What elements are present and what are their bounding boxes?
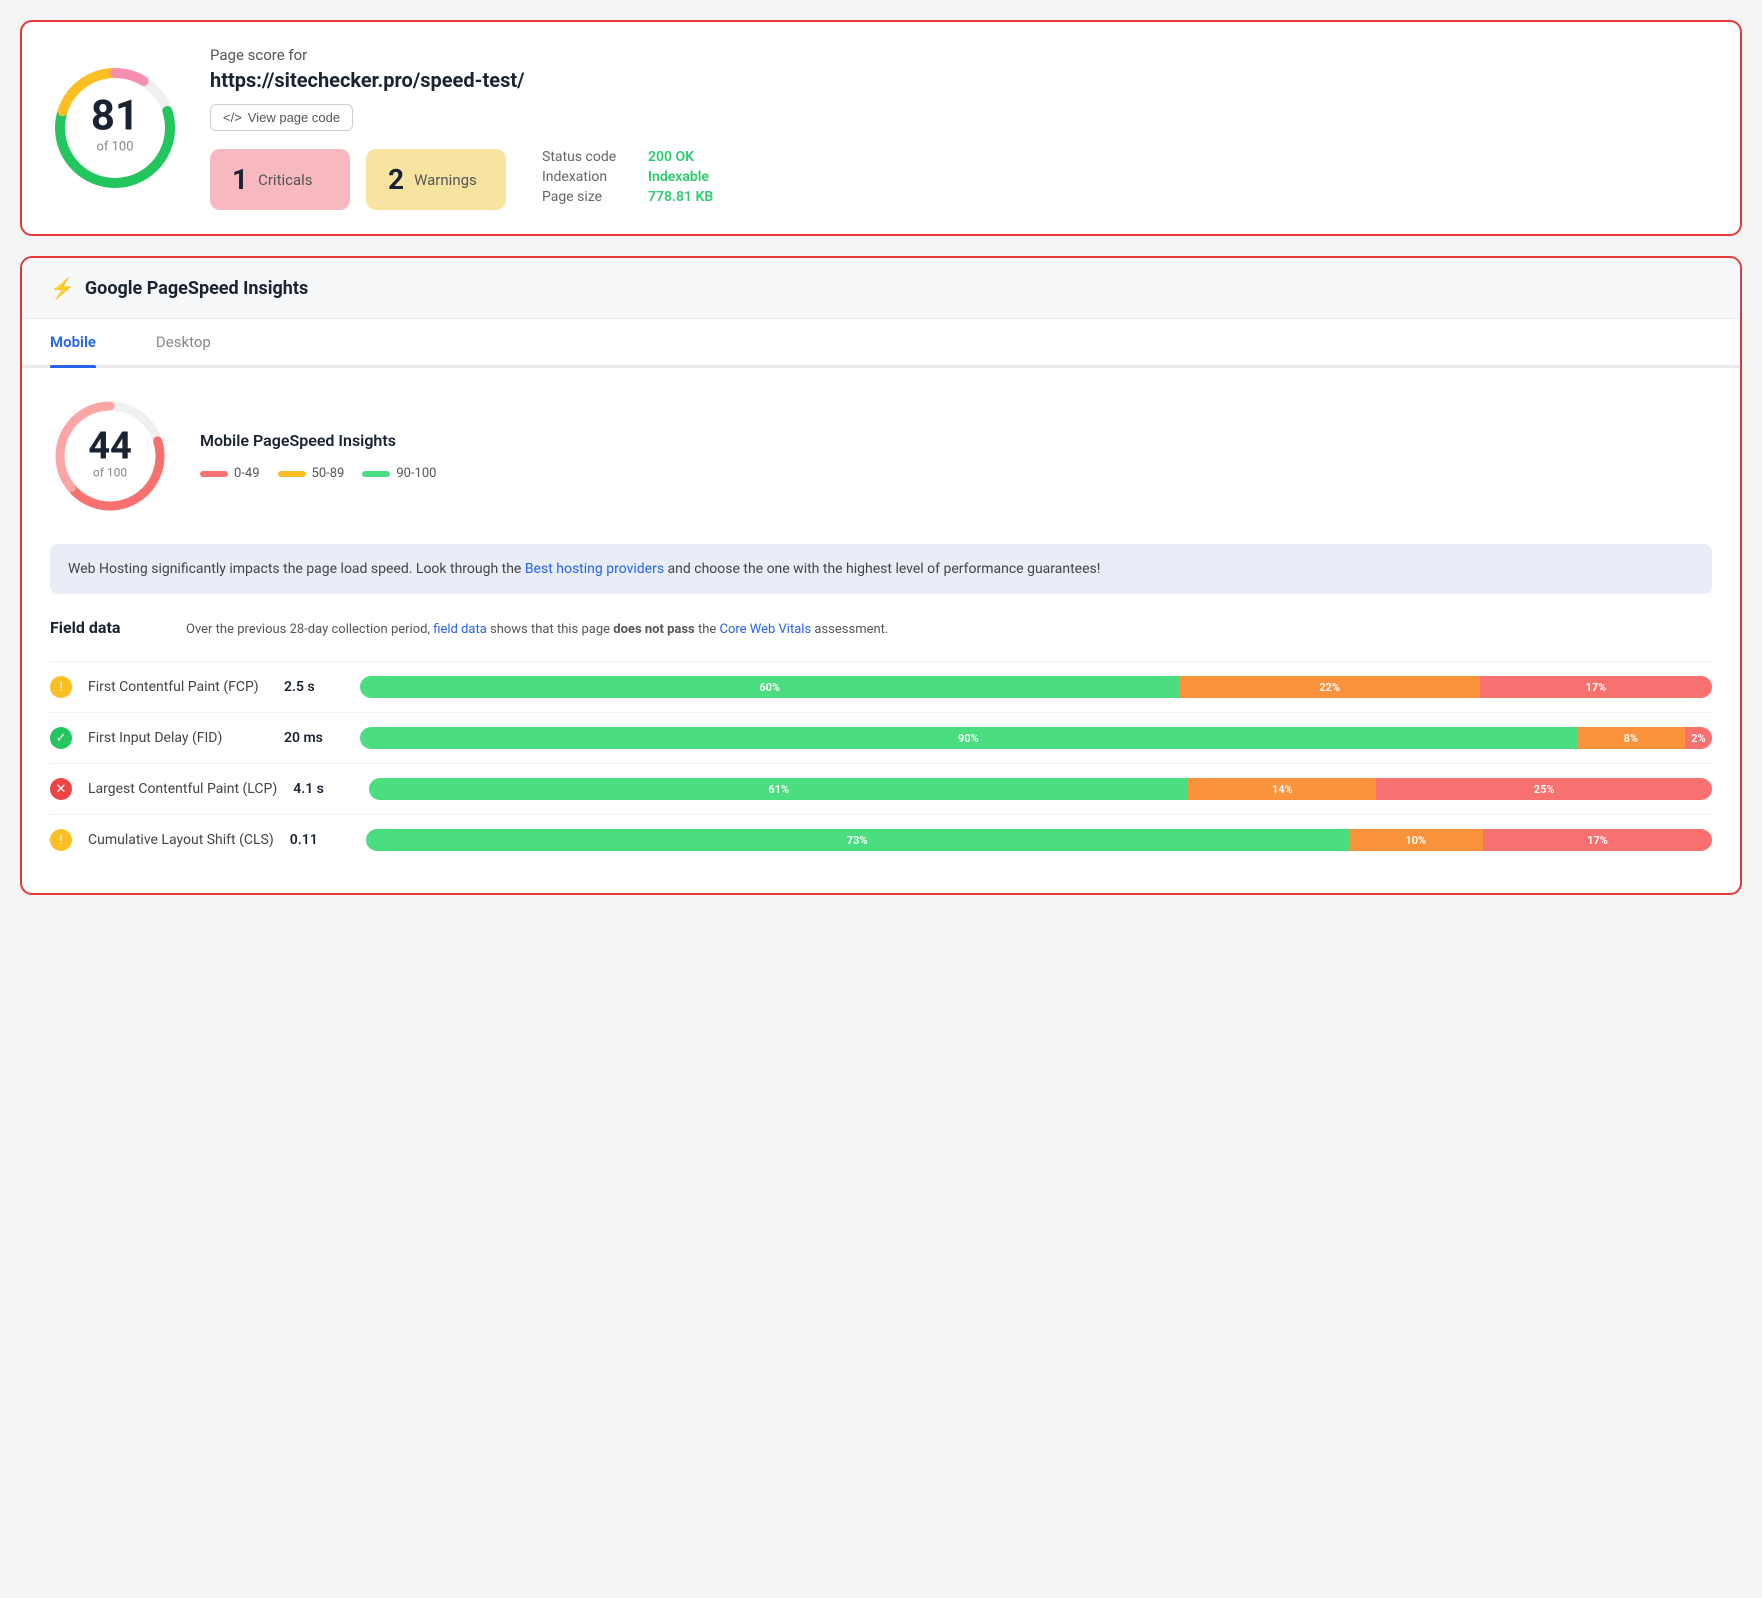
progress-bar: 60%22%17% — [360, 676, 1712, 698]
warnings-badge: 2 Warnings — [366, 149, 506, 210]
legend-label-ok: 50-89 — [312, 466, 345, 481]
progress-segment-green: 73% — [366, 829, 1349, 851]
page-score-label: Page score for — [210, 46, 1712, 64]
mobile-insights-title: Mobile PageSpeed Insights — [200, 431, 436, 450]
field-data-title: Field data — [50, 618, 170, 637]
legend-item-poor: 0-49 — [200, 466, 260, 481]
legend-item-good: 90-100 — [362, 466, 436, 481]
mobile-score-of: of 100 — [88, 465, 132, 479]
metric-value: 0.11 — [290, 832, 350, 848]
warnings-label: Warnings — [414, 171, 477, 189]
view-code-label: View page code — [248, 110, 340, 125]
field-data-bold: does not pass — [613, 622, 694, 637]
metrics-container: ! First Contentful Paint (FCP) 2.5 s 60%22%… — [50, 661, 1712, 865]
metric-name: Cumulative Layout Shift (CLS) — [88, 832, 274, 848]
progress-segment-orange: 8% — [1577, 727, 1685, 749]
legend-label-poor: 0-49 — [234, 466, 260, 481]
indexation-row: Indexation Indexable — [542, 169, 713, 185]
field-data-text-3: the — [695, 622, 720, 637]
criticals-badge: 1 Criticals — [210, 149, 350, 210]
status-code-label: Status code — [542, 149, 632, 165]
mobile-section: 44 of 100 Mobile PageSpeed Insights 0-49… — [50, 396, 1712, 516]
progress-segment-green: 60% — [360, 676, 1179, 698]
progress-segment-orange: 22% — [1179, 676, 1479, 698]
indexation-label: Indexation — [542, 169, 632, 185]
status-info: Status code 200 OK Indexation Indexable … — [542, 149, 713, 205]
progress-segment-green: 61% — [369, 778, 1188, 800]
progress-segment-red: 17% — [1480, 676, 1712, 698]
legend-item-ok: 50-89 — [278, 466, 345, 481]
code-icon: </> — [223, 110, 242, 125]
status-code-value: 200 OK — [648, 149, 694, 165]
field-data-text-4: assessment. — [811, 622, 888, 637]
progress-segment-orange: 10% — [1349, 829, 1484, 851]
criticals-label: Criticals — [258, 171, 312, 189]
page-size-label: Page size — [542, 189, 632, 205]
metric-icon: ! — [50, 829, 72, 851]
page-info: Page score for https://sitechecker.pro/s… — [210, 46, 1712, 210]
bottom-card-header: ⚡ Google PageSpeed Insights — [22, 258, 1740, 319]
pagespeed-title: Google PageSpeed Insights — [85, 278, 308, 299]
pagespeed-icon: ⚡ — [50, 276, 75, 300]
tab-mobile[interactable]: Mobile — [50, 319, 96, 365]
metric-icon: ! — [50, 676, 72, 698]
progress-segment-green: 90% — [360, 727, 1577, 749]
metric-value: 2.5 s — [284, 679, 344, 695]
legend-dot-red — [200, 471, 228, 477]
metric-name: First Input Delay (FID) — [88, 730, 268, 746]
page-size-row: Page size 778.81 KB — [542, 189, 713, 205]
page-score-circle: 81 of 100 — [50, 63, 180, 193]
indexation-value: Indexable — [648, 169, 709, 185]
tab-desktop[interactable]: Desktop — [156, 319, 211, 365]
metric-row: ! Cumulative Layout Shift (CLS) 0.11 73%10%… — [50, 814, 1712, 865]
metric-row: ✓ First Input Delay (FID) 20 ms 90%8%2% — [50, 712, 1712, 763]
mobile-score-number: 44 — [88, 424, 132, 468]
progress-bar: 90%8%2% — [360, 727, 1712, 749]
mobile-legend: Mobile PageSpeed Insights 0-49 50-89 90-… — [200, 431, 436, 481]
field-data-text-1: Over the previous 28-day collection peri… — [186, 622, 433, 637]
progress-segment-orange: 14% — [1188, 778, 1376, 800]
legend-dot-green — [362, 471, 390, 477]
legend-label-good: 90-100 — [396, 466, 436, 481]
progress-segment-red: 25% — [1376, 778, 1712, 800]
warnings-count: 2 — [388, 163, 404, 196]
info-text-1: Web Hosting significantly impacts the pa… — [68, 561, 525, 577]
metric-value: 20 ms — [284, 730, 344, 746]
status-code-row: Status code 200 OK — [542, 149, 713, 165]
page-url: https://sitechecker.pro/speed-test/ — [210, 68, 1712, 92]
metric-name: Largest Contentful Paint (LCP) — [88, 781, 277, 797]
page-size-value: 778.81 KB — [648, 189, 713, 205]
metrics-row: 1 Criticals 2 Warnings Status code 200 O… — [210, 149, 1712, 210]
metric-icon: ✓ — [50, 727, 72, 749]
info-text-2: and choose the one with the highest leve… — [664, 561, 1100, 577]
field-data-desc: Over the previous 28-day collection peri… — [186, 620, 888, 641]
field-data-header: Field data Over the previous 28-day coll… — [50, 618, 1712, 641]
field-data-text-2: shows that this page — [487, 622, 613, 637]
mobile-score-circle: 44 of 100 — [50, 396, 170, 516]
metric-row: ✕ Largest Contentful Paint (LCP) 4.1 s 61%1… — [50, 763, 1712, 814]
metric-name: First Contentful Paint (FCP) — [88, 679, 268, 695]
legend-items: 0-49 50-89 90-100 — [200, 466, 436, 481]
top-card: 81 of 100 Page score for https://siteche… — [20, 20, 1742, 236]
metric-value: 4.1 s — [293, 781, 353, 797]
best-hosting-link[interactable]: Best hosting providers — [525, 561, 664, 577]
page-score-number: 81 — [91, 92, 139, 141]
legend-dot-yellow — [278, 471, 306, 477]
page-score-of: of 100 — [91, 140, 139, 155]
metric-icon: ✕ — [50, 778, 72, 800]
criticals-count: 1 — [232, 163, 248, 196]
field-data-link[interactable]: field data — [433, 622, 487, 637]
view-code-button[interactable]: </> View page code — [210, 104, 353, 131]
progress-bar: 61%14%25% — [369, 778, 1712, 800]
metric-row: ! First Contentful Paint (FCP) 2.5 s 60%22%… — [50, 661, 1712, 712]
progress-segment-red: 17% — [1483, 829, 1712, 851]
info-box: Web Hosting significantly impacts the pa… — [50, 544, 1712, 594]
progress-segment-red: 2% — [1685, 727, 1712, 749]
tab-content: 44 of 100 Mobile PageSpeed Insights 0-49… — [22, 368, 1740, 893]
bottom-card: ⚡ Google PageSpeed Insights Mobile Deskt… — [20, 256, 1742, 895]
core-web-vitals-link[interactable]: Core Web Vitals — [720, 622, 812, 637]
progress-bar: 73%10%17% — [366, 829, 1712, 851]
tabs-row: Mobile Desktop — [22, 319, 1740, 368]
